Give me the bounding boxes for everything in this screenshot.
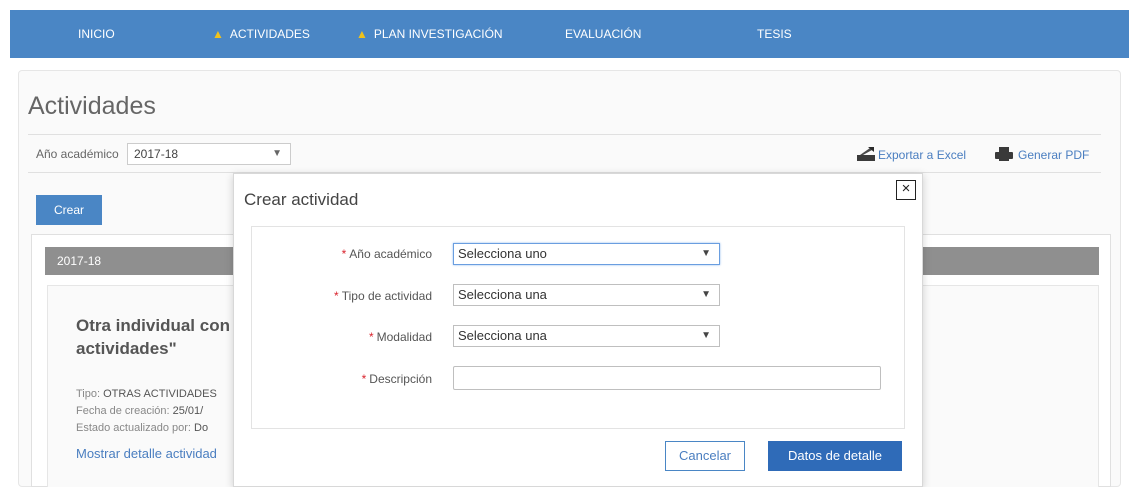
chevron-down-icon: ▼: [701, 289, 711, 300]
year-filter-label: Año académico: [36, 147, 119, 161]
printer-icon: [995, 147, 1013, 161]
activity-title: Otra individual con " actividades": [76, 316, 243, 358]
modality-label: * Modalidad: [368, 330, 432, 344]
modality-select[interactable]: Selecciona una ▼: [453, 325, 720, 347]
activity-type: Tipo: OTRAS ACTIVIDADES: [76, 388, 217, 400]
page-title: Actividades: [28, 92, 156, 120]
activity-created-date: Fecha de creación: 25/01/: [76, 405, 204, 417]
nav-item-evaluacion[interactable]: EVALUACIÓN: [565, 10, 641, 58]
nav-item-plan-investigacion[interactable]: ▲ PLAN INVESTIGACIÓN: [356, 10, 503, 58]
chevron-down-icon: ▼: [272, 148, 282, 159]
chevron-down-icon: ▼: [701, 248, 711, 259]
nav-item-tesis[interactable]: TESIS: [757, 10, 792, 58]
divider: [28, 134, 1101, 135]
nav-item-label: TESIS: [757, 27, 792, 41]
modality-value: Selecciona una: [458, 328, 547, 343]
description-input[interactable]: [453, 366, 881, 390]
activity-type-value: Selecciona una: [458, 287, 547, 302]
create-activity-modal: Crear actividad × * Año académico Selecci…: [233, 173, 923, 487]
activity-type-label: * Tipo de actividad: [334, 289, 432, 303]
year-field-select[interactable]: Selecciona uno ▼: [453, 243, 720, 265]
main-nav: INICIO ▲ ACTIVIDADES ▲ PLAN INVESTIGACIÓN …: [10, 10, 1129, 58]
modal-title: Crear actividad: [244, 190, 359, 209]
cancel-button[interactable]: Cancelar: [665, 441, 745, 471]
activity-type-select[interactable]: Selecciona una ▼: [453, 284, 720, 306]
activity-status-by: Estado actualizado por: Do: [76, 422, 209, 434]
activity-form: * Año académico Selecciona uno ▼ * Tipo de…: [251, 226, 905, 429]
year-field-value: Selecciona uno: [458, 246, 547, 261]
top-strip: [0, 0, 1129, 10]
detail-data-button[interactable]: Datos de detalle: [768, 441, 902, 471]
year-filter-select[interactable]: 2017-18 ▼: [127, 143, 291, 165]
export-excel-label: Exportar a Excel: [878, 148, 967, 162]
nav-item-actividades[interactable]: ▲ ACTIVIDADES: [212, 10, 310, 58]
close-icon[interactable]: ×: [896, 180, 916, 200]
nav-item-label: INICIO: [78, 27, 115, 41]
nav-item-label: EVALUACIÓN: [565, 27, 642, 41]
nav-item-label: PLAN INVESTIGACIÓN: [373, 27, 503, 41]
chevron-down-icon: ▼: [701, 330, 711, 341]
show-activity-detail-link[interactable]: Mostrar detalle actividad: [76, 446, 217, 461]
year-filter-value: 2017-18: [134, 147, 179, 161]
generate-pdf-link[interactable]: Generar PDF: [994, 146, 1089, 162]
create-button[interactable]: Crear: [36, 195, 102, 225]
excel-export-icon: [857, 147, 875, 161]
warning-triangle-icon: ▲: [356, 27, 368, 41]
warning-triangle-icon: ▲: [212, 27, 224, 41]
nav-item-inicio[interactable]: INICIO: [78, 10, 115, 58]
generate-pdf-label: Generar PDF: [1018, 148, 1090, 162]
export-excel-link[interactable]: Exportar a Excel: [856, 146, 966, 162]
nav-item-label: ACTIVIDADES: [229, 27, 310, 41]
description-label: * Descripción: [361, 372, 432, 386]
year-field-label: * Año académico: [341, 247, 432, 261]
